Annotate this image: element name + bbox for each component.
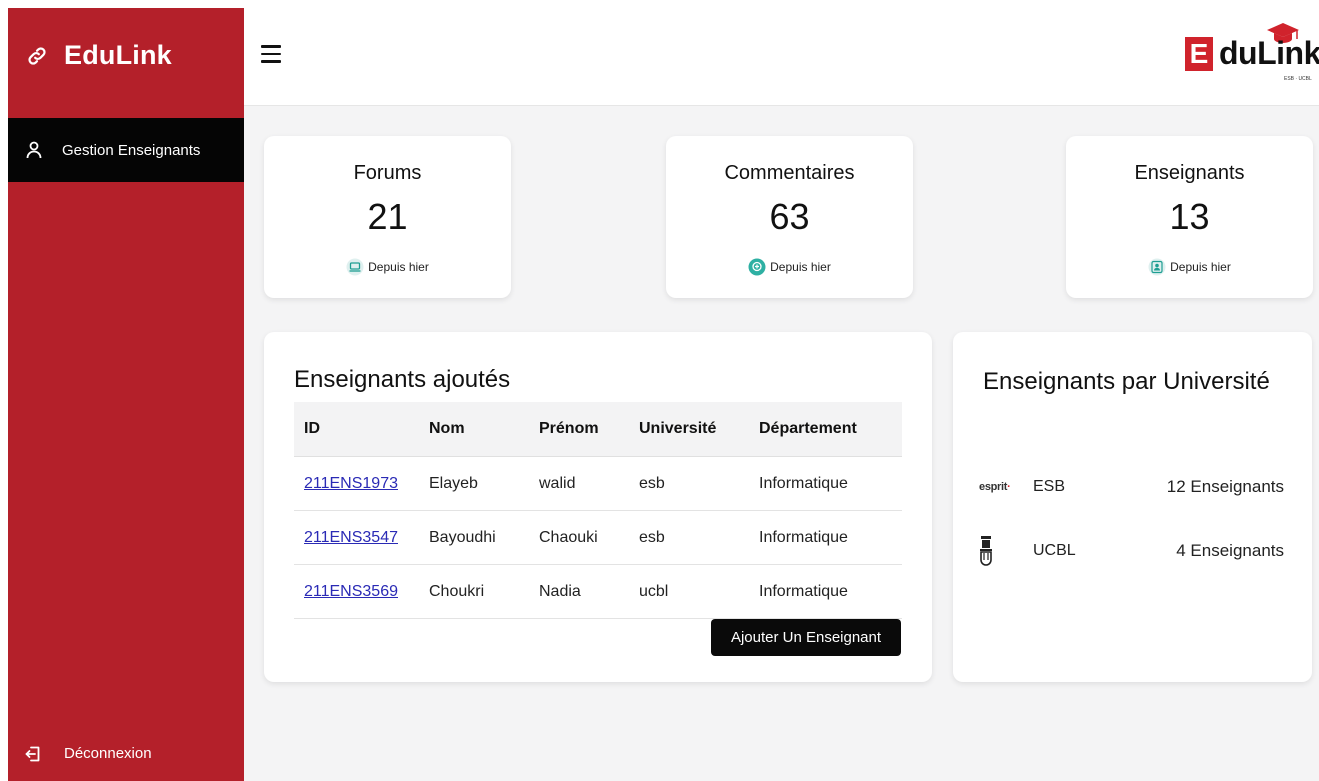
logout-button[interactable]: Déconnexion (25, 745, 152, 762)
sidebar-item-gestion-enseignants[interactable]: Gestion Enseignants (8, 118, 244, 182)
stat-value: 21 (367, 196, 408, 237)
stat-subtitle-text: Depuis hier (1170, 260, 1231, 274)
stat-title: Commentaires (724, 162, 855, 184)
stat-value: 63 (769, 196, 810, 237)
main-content: E duLink ESB · UCBL Forums 21 Depuis hie… (244, 0, 1319, 781)
column-header-prenom: Prénom (529, 402, 629, 457)
stat-subtitle: Depuis hier (264, 258, 511, 276)
logo-word: duLink (1219, 35, 1319, 71)
stat-subtitle: Depuis hier (666, 258, 913, 276)
university-name: UCBL (1033, 542, 1076, 559)
table-row: 211ENS3547 Bayoudhi Chaouki esb Informat… (294, 510, 902, 565)
table-cell-universite: ucbl (629, 564, 749, 619)
sidebar-brand[interactable]: EduLink (26, 40, 172, 71)
column-header-universite: Université (629, 402, 749, 457)
table-cell-nom: Choukri (419, 564, 529, 619)
add-teacher-button[interactable]: Ajouter Un Enseignant (711, 619, 901, 656)
list-item-ucbl: UCBL 4 Enseignants (979, 536, 1284, 566)
table-cell-nom: Bayoudhi (419, 510, 529, 565)
table-cell-nom: Elayeb (419, 456, 529, 511)
menu-toggle-icon[interactable] (261, 45, 281, 63)
column-header-nom: Nom (419, 402, 529, 457)
esprit-logo: esprit· (979, 481, 1011, 493)
teachers-by-university-card: Enseignants par Université esprit· ESB 1… (953, 332, 1312, 682)
sidebar-item-label: Gestion Enseignants (62, 141, 201, 159)
table-cell-universite: esb (629, 510, 749, 565)
table-row: 211ENS1973 Elayeb walid esb Informatique (294, 456, 902, 511)
teachers-table-card: Enseignants ajoutés ID Nom Prénom Univer… (264, 332, 932, 682)
stat-title: Enseignants (1134, 162, 1245, 184)
edulink-logo: E duLink ESB · UCBL (1183, 22, 1319, 92)
university-card-title: Enseignants par Université (983, 368, 1270, 395)
stat-card-enseignants: Enseignants 13 Depuis hier (1066, 136, 1313, 298)
stat-subtitle-text: Depuis hier (368, 260, 429, 274)
teacher-id-link[interactable]: 211ENS1973 (304, 475, 398, 492)
list-item-esb: esprit· ESB 12 Enseignants (979, 472, 1284, 502)
stat-subtitle: Depuis hier (1066, 258, 1313, 276)
table-cell-prenom: Nadia (529, 564, 629, 619)
logout-icon (25, 746, 40, 761)
stat-title: Forums (353, 162, 422, 184)
table-cell-departement: Informatique (749, 564, 902, 619)
laptop-icon (346, 258, 364, 276)
sidebar: EduLink Gestion Enseignants Déconnexion (8, 8, 244, 781)
table-cell-departement: Informatique (749, 456, 902, 511)
teachers-table: ID Nom Prénom Université Département 211… (294, 402, 902, 619)
stat-card-forums: Forums 21 Depuis hier (264, 136, 511, 298)
link-icon (28, 46, 46, 65)
university-name: ESB (1033, 478, 1066, 495)
stat-card-commentaires: Commentaires 63 Depuis hier (666, 136, 913, 298)
logout-label: Déconnexion (64, 745, 152, 762)
top-bar: E duLink ESB · UCBL (244, 0, 1319, 106)
logo-subtitle: ESB · UCBL (1284, 76, 1312, 82)
stat-value: 13 (1169, 196, 1210, 237)
stat-subtitle-text: Depuis hier (770, 260, 831, 274)
teacher-icon (1148, 258, 1166, 276)
table-cell-prenom: walid (529, 456, 629, 511)
teacher-id-link[interactable]: 211ENS3569 (304, 583, 398, 600)
column-header-departement: Département (749, 402, 902, 457)
column-header-id: ID (294, 402, 419, 457)
table-cell-departement: Informatique (749, 510, 902, 565)
ucbl-logo (979, 536, 1023, 566)
table-header-row: ID Nom Prénom Université Département (294, 402, 902, 457)
logo-letter: E (1185, 37, 1213, 71)
user-icon (26, 141, 42, 159)
ucbl-emblem-icon (980, 536, 992, 566)
teachers-table-title: Enseignants ajoutés (294, 366, 511, 393)
brand-name: EduLink (64, 40, 172, 70)
teacher-id-link[interactable]: 211ENS3547 (304, 529, 398, 546)
comment-icon (748, 258, 766, 276)
university-count: 12 Enseignants (1166, 477, 1284, 496)
table-cell-universite: esb (629, 456, 749, 511)
table-cell-prenom: Chaouki (529, 510, 629, 565)
university-count: 4 Enseignants (1176, 541, 1284, 560)
table-row: 211ENS3569 Choukri Nadia ucbl Informatiq… (294, 564, 902, 619)
